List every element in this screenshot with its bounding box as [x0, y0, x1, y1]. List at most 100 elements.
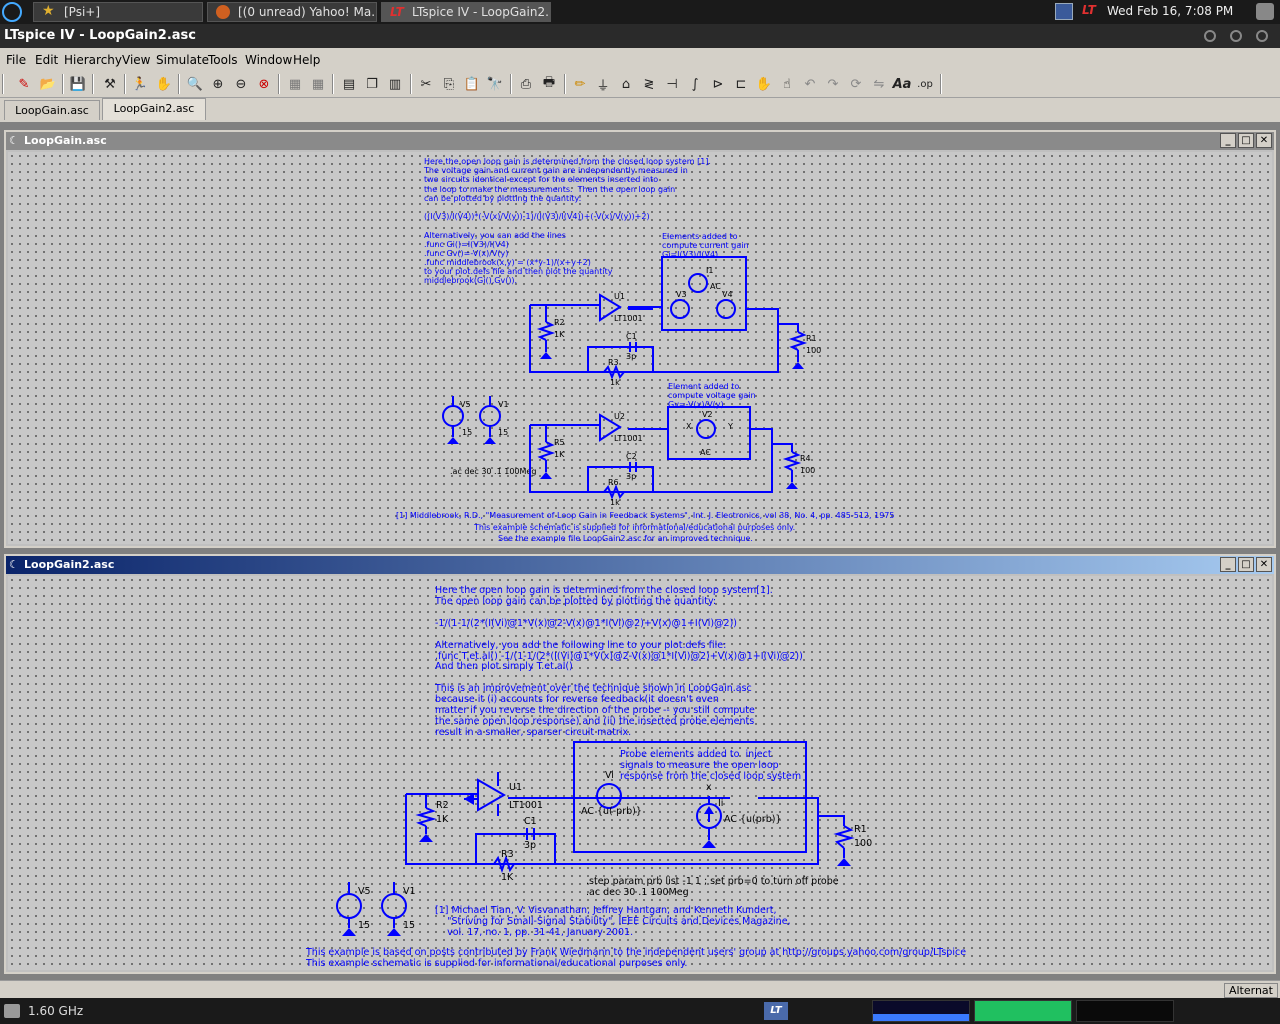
label-net-icon[interactable]: ⌂: [616, 74, 636, 94]
halt-icon[interactable]: ✋: [154, 74, 174, 94]
v1-label: V1: [403, 886, 416, 897]
r3-value: 1K: [501, 872, 514, 883]
component-icon[interactable]: ⊏: [731, 74, 751, 94]
start-menu-icon[interactable]: [2, 2, 22, 22]
y-net-label: Y: [728, 422, 733, 431]
pan-icon[interactable]: ⊕: [208, 74, 228, 94]
network-graph: [872, 1000, 970, 1022]
v3-label: V3: [676, 290, 687, 299]
cut-icon[interactable]: ✂: [416, 74, 436, 94]
control-panel-icon[interactable]: ⚒: [100, 74, 120, 94]
zoom-out-icon[interactable]: ⊖: [231, 74, 251, 94]
v1-label: V1: [498, 400, 509, 409]
minimize-icon[interactable]: _: [1220, 557, 1236, 572]
window-titlebar-loopgain[interactable]: ☾ LoopGain.asc _ □ ✕: [6, 132, 1274, 150]
open-folder-icon[interactable]: 📂: [38, 74, 58, 94]
toolbar-separator: [124, 74, 126, 94]
paste-icon[interactable]: 📋: [462, 74, 482, 94]
grid-icon[interactable]: ▦: [308, 74, 328, 94]
copy-icon[interactable]: ⎘: [439, 74, 459, 94]
save-icon[interactable]: 💾: [68, 74, 88, 94]
menu-simulate[interactable]: Simulate: [156, 53, 209, 67]
tile-vertical-icon[interactable]: ▥: [385, 74, 405, 94]
text-icon[interactable]: Aa: [892, 74, 912, 94]
menu-hierarchy[interactable]: Hierarchy: [64, 53, 122, 67]
c1-label: C1: [524, 816, 537, 827]
v5-value: 15: [462, 428, 473, 437]
r2-value: 1K: [436, 814, 449, 825]
tile-horizontal-icon[interactable]: ▤: [339, 74, 359, 94]
find-icon[interactable]: 🔭: [485, 74, 505, 94]
run-icon[interactable]: 🏃: [130, 74, 150, 94]
mail-icon[interactable]: [1055, 3, 1073, 20]
spice-directive-icon[interactable]: .op: [915, 74, 935, 94]
ltspice-tray-icon[interactable]: LT: [1082, 3, 1100, 20]
diode-icon[interactable]: ⊳: [708, 74, 728, 94]
tab-loopgain2[interactable]: LoopGain2.asc: [102, 98, 206, 120]
r1-label: R1: [854, 824, 867, 835]
window-titlebar[interactable]: LTspice IV - LoopGain2.asc: [0, 24, 1280, 48]
minimize-icon[interactable]: _: [1220, 133, 1236, 148]
task-psi[interactable]: ★ [Psi+]: [33, 2, 203, 22]
menu-tools[interactable]: Tools: [208, 53, 238, 67]
draw-wire-icon[interactable]: ✏: [570, 74, 590, 94]
system-panel-bottom: 1.60 GHz LT: [0, 998, 1280, 1024]
new-schematic-icon[interactable]: ✎: [14, 74, 34, 94]
close-window-button[interactable]: [1256, 30, 1268, 42]
status-bar: Alternat: [0, 980, 1280, 998]
schematic-canvas-loopgain2[interactable]: Here the open loop gain is determined fr…: [8, 576, 1272, 970]
menu-view[interactable]: View: [122, 53, 150, 67]
rotate-icon[interactable]: ⟳: [846, 74, 866, 94]
mirror-icon[interactable]: ⇋: [869, 74, 889, 94]
resistor-icon[interactable]: ≷: [639, 74, 659, 94]
toolbar-separator: [178, 74, 180, 94]
c2-label: C2: [626, 452, 637, 461]
zoom-in-icon[interactable]: 🔍: [185, 74, 205, 94]
redo-icon[interactable]: ↷: [823, 74, 843, 94]
maximize-icon[interactable]: □: [1238, 133, 1254, 148]
print-setup-icon[interactable]: ⎙: [516, 74, 536, 94]
menu-help[interactable]: Help: [293, 53, 320, 67]
v5-value: 15: [358, 920, 371, 931]
print-icon[interactable]: 🖶: [539, 74, 559, 94]
toolbar-separator: [410, 74, 412, 94]
maximize-icon[interactable]: □: [1238, 557, 1254, 572]
maximize-window-button[interactable]: [1230, 30, 1242, 42]
ltspice-launcher-icon[interactable]: LT: [764, 1002, 788, 1020]
undo-icon[interactable]: ↶: [800, 74, 820, 94]
menu-edit[interactable]: Edit: [35, 53, 58, 67]
close-icon[interactable]: ✕: [1256, 133, 1272, 148]
menu-bar: File Edit Hierarchy View Simulate Tools …: [0, 50, 1280, 70]
schematic-window-loopgain[interactable]: ☾ LoopGain.asc _ □ ✕ Here the open loop …: [4, 130, 1276, 548]
drag-icon[interactable]: ☝: [777, 74, 797, 94]
close-icon[interactable]: ✕: [1256, 557, 1272, 572]
schematic-window-loopgain2[interactable]: ☾ LoopGain2.asc _ □ ✕ Here the open loop…: [4, 554, 1276, 974]
task-ltspice[interactable]: LT LTspice IV - LoopGain2...: [381, 2, 551, 22]
network-icon[interactable]: [1256, 3, 1274, 20]
task-yahoo[interactable]: [(0 unread) Yahoo! Ma...: [207, 2, 377, 22]
zoom-fit-icon[interactable]: ⊗: [254, 74, 274, 94]
clock[interactable]: Wed Feb 16, 7:08 PM: [1107, 4, 1233, 18]
menu-file[interactable]: File: [6, 53, 26, 67]
cpu-frequency[interactable]: 1.60 GHz: [28, 1004, 83, 1018]
move-icon[interactable]: ✋: [754, 74, 774, 94]
u1-part: LT1001: [614, 314, 643, 323]
window-title: LTspice IV - LoopGain2.asc: [4, 28, 196, 43]
toolbar-separator: [564, 74, 566, 94]
autorange-icon[interactable]: ▦: [285, 74, 305, 94]
inductor-icon[interactable]: ∫: [685, 74, 705, 94]
status-text: Alternat: [1223, 983, 1278, 998]
minimize-window-button[interactable]: [1204, 30, 1216, 42]
cascade-icon[interactable]: ❐: [362, 74, 382, 94]
capacitor-icon[interactable]: ⊣: [662, 74, 682, 94]
circuit-diagram-loopgain2: [336, 741, 855, 936]
menu-window[interactable]: Window: [245, 53, 292, 67]
schematic-canvas-loopgain[interactable]: Here the open loop gain is determined fr…: [8, 152, 1272, 544]
window-titlebar-loopgain2[interactable]: ☾ LoopGain2.asc _ □ ✕: [6, 556, 1274, 574]
tab-loopgain[interactable]: LoopGain.asc: [4, 100, 100, 120]
r2-value: 1K: [554, 330, 565, 339]
i1-label: I1: [706, 266, 714, 275]
ground-icon[interactable]: ⏚: [593, 74, 613, 94]
vi-ac: AC {u(-prb)}: [581, 806, 642, 817]
v4-label: V4: [722, 290, 733, 299]
